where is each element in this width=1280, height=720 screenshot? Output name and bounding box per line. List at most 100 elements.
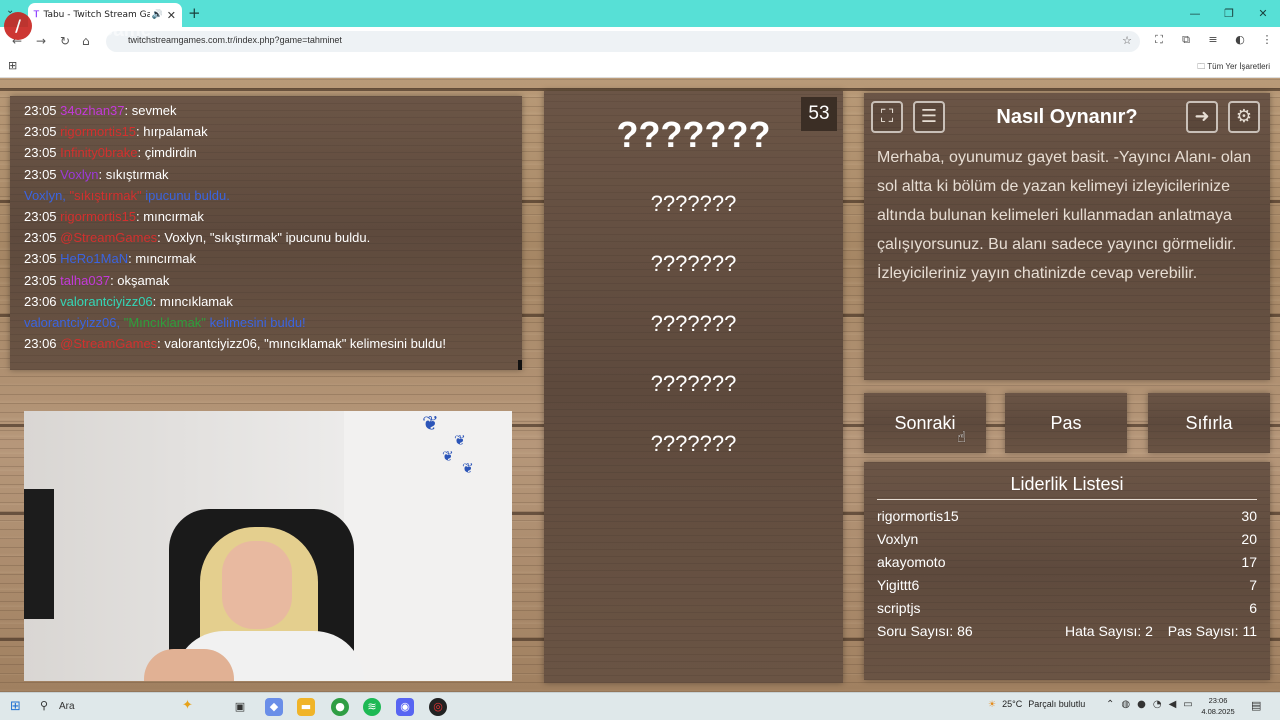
browser-tab-strip: ⌄ Ꭲ Tabu - Twitch Stream Games 🔊 ✕ + — ❐… <box>0 0 1280 27</box>
how-to-play-text: Merhaba, oyunumuz gayet basit. -Yayıncı … <box>877 149 1252 282</box>
file-explorer-icon[interactable]: ▬ <box>297 698 315 716</box>
chat-message: sevmek <box>131 103 177 118</box>
chat-highlight-word: "Mıncıklamak" <box>123 315 206 331</box>
chat-line: valorantciyizz06, "Mıncıklamak" kelimesi… <box>24 312 508 333</box>
chat-username[interactable]: Voxlyn, <box>24 188 66 203</box>
taskbar-search-placeholder: Ara <box>59 701 75 712</box>
weather-widget[interactable]: ☀ 25°C Parçalı bulutlu <box>988 699 1085 710</box>
apps-grid-icon[interactable]: ⊞ <box>8 59 17 72</box>
tray-mic-icon[interactable]: ● <box>1137 699 1146 710</box>
stream-logo-icon: / <box>4 12 32 40</box>
leaderboard-row: scriptjs 6 <box>877 600 1257 616</box>
bookmark-star-icon[interactable]: ☆ <box>1122 34 1132 47</box>
webcam-tv <box>24 489 54 619</box>
notification-icon[interactable]: ▤ <box>1251 699 1261 712</box>
chat-timestamp: 23:05 <box>24 124 57 140</box>
restore-button[interactable]: ❐ <box>1212 0 1246 27</box>
stream-watermark: StreamGame <box>34 20 152 41</box>
chat-username[interactable]: rigormortis15 <box>60 209 136 224</box>
chat-scrollbar[interactable] <box>518 360 522 370</box>
next-button[interactable]: Sonraki <box>864 393 986 453</box>
player-score: 6 <box>1249 600 1257 616</box>
minimize-button[interactable]: — <box>1178 0 1212 27</box>
chat-username[interactable]: @StreamGames <box>60 336 157 351</box>
clock-date: 4.08.2025 <box>1201 707 1235 716</box>
spotify-icon[interactable]: ≋ <box>363 698 381 716</box>
streamer-arm <box>144 649 234 681</box>
chat-username[interactable]: valorantciyizz06 <box>60 294 153 309</box>
address-bar[interactable]: twitchstreamgames.com.tr/index.php?game=… <box>106 31 1140 52</box>
reset-button[interactable]: Sıfırla <box>1148 393 1270 453</box>
chat-message: sıkıştırmak <box>105 166 169 182</box>
all-bookmarks-link[interactable]: 🗀 Tüm Yer İşaretleri <box>1197 61 1270 75</box>
taskbar-clock[interactable]: 23:06 4.08.2025 <box>1196 695 1240 717</box>
chat-message: mıncırmak <box>135 251 196 267</box>
chat-timestamp: 23:05 <box>24 166 57 182</box>
chat-line: 23:05 talha037: okşamak <box>24 272 170 288</box>
chat-line: 23:05 Infinity0brake: çimdirdin <box>24 145 197 161</box>
chat-username[interactable]: Infinity0brake <box>60 145 137 160</box>
how-to-play-title: Nasıl Oynanır? <box>996 106 1138 128</box>
streamer-face <box>222 541 292 629</box>
chat-line: 23:05 rigormortis15: hırpalamak <box>24 124 208 140</box>
chat-username[interactable]: 34ozhan37 <box>60 103 124 118</box>
obs-icon[interactable]: ◎ <box>429 698 447 716</box>
extensions-icon[interactable]: ⧉ <box>1179 33 1193 47</box>
taskbar-search[interactable]: ⚲ Ara ✦ <box>32 697 222 717</box>
chat-timestamp: 23:05 <box>24 145 57 161</box>
close-window-button[interactable]: ✕ <box>1246 0 1280 27</box>
chat-timestamp: 23:05 <box>24 251 57 267</box>
system-tray: ⌃ ◍ ● ◔ ◀ ▭ <box>1106 699 1193 710</box>
chat-message: mıncırmak <box>143 209 204 225</box>
discord-icon[interactable]: ◉ <box>396 698 414 716</box>
tab-close-icon[interactable]: ✕ <box>167 9 176 22</box>
tray-chevron-icon[interactable]: ⌃ <box>1106 699 1114 710</box>
tray-network-icon[interactable]: ◔ <box>1153 699 1162 710</box>
webcam-feed: ❦ ❦ ❦ ❦ <box>24 411 512 681</box>
error-count: Hata Sayısı: 2 <box>1065 623 1153 639</box>
player-name: rigormortis15 <box>877 508 959 524</box>
chat-message: hırpalamak <box>143 124 208 140</box>
butterfly-decal: ❦ <box>422 411 439 435</box>
chat-panel: 23:05 34ozhan37: sevmek 23:05 rigormortis… <box>10 96 522 370</box>
chat-line: 23:05 rigormortis15: mıncırmak <box>24 209 204 225</box>
chat-message: Voxlyn, "sıkıştırmak" ipucunu buldu. <box>164 230 371 246</box>
chat-line: Voxlyn, "sıkıştırmak" ipucunu buldu. <box>24 185 508 206</box>
butterfly-decal: ❦ <box>462 461 474 477</box>
main-word: ??????? <box>616 114 771 155</box>
chat-message: valorantciyizz06, "mıncıklamak" kelimesi… <box>164 336 447 352</box>
media-icon[interactable]: ≡ <box>1206 33 1220 47</box>
chat-username[interactable]: @StreamGames <box>60 230 157 245</box>
screenshot-icon[interactable]: ⛶ <box>1152 33 1166 47</box>
weather-icon: ☀ <box>988 699 997 709</box>
chat-username[interactable]: HeRo1MaN <box>60 251 128 266</box>
tray-battery-icon[interactable]: ▭ <box>1183 699 1192 710</box>
player-score: 20 <box>1241 531 1257 547</box>
chat-timestamp: 23:05 <box>24 209 57 225</box>
player-score: 7 <box>1249 577 1257 593</box>
chat-username[interactable]: Voxlyn <box>60 167 98 182</box>
player-name: Yigittt6 <box>877 577 920 593</box>
twitch-favicon-icon: Ꭲ <box>34 10 40 20</box>
tray-volume-icon[interactable]: ◀ <box>1169 699 1177 710</box>
chat-message: ipucunu buldu. <box>145 187 230 203</box>
chrome-icon[interactable]: ● <box>331 698 349 716</box>
tray-app-icon[interactable]: ◍ <box>1121 699 1130 710</box>
new-tab-button[interactable]: + <box>188 4 201 22</box>
taboo-word: ??????? <box>650 371 737 396</box>
butterfly-decal: ❦ <box>454 433 466 449</box>
chat-timestamp: 23:06 <box>24 336 57 352</box>
copilot-icon[interactable]: ◆ <box>265 698 283 716</box>
chat-line: 23:05 34ozhan37: sevmek <box>24 103 177 118</box>
taboo-word: ??????? <box>650 251 737 276</box>
task-view-icon[interactable]: ▣ <box>231 698 249 716</box>
pass-button[interactable]: Pas <box>1005 393 1127 453</box>
hand-cursor-icon: ☝ <box>957 428 967 446</box>
chat-username[interactable]: talha037 <box>60 273 110 288</box>
windows-start-icon[interactable]: ⊞ <box>10 699 21 714</box>
chat-username[interactable]: rigormortis15 <box>60 124 136 139</box>
menu-icon[interactable]: ⋮ <box>1260 33 1274 47</box>
chat-username[interactable]: valorantciyizz06, <box>24 315 120 330</box>
profile-avatar[interactable]: ◐ <box>1233 33 1247 47</box>
speaker-icon[interactable]: 🔊 <box>152 10 163 20</box>
